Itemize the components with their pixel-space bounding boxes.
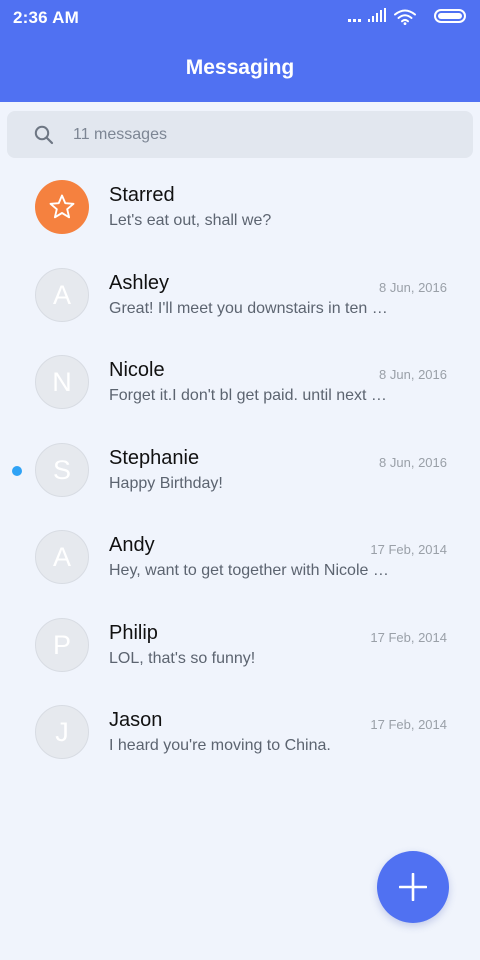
avatar: A <box>35 267 89 322</box>
search-bar[interactable]: 11 messages <box>7 111 473 158</box>
signal-dots-icon <box>348 9 362 25</box>
message-date: 17 Feb, 2014 <box>370 717 447 732</box>
contact-name: Stephanie <box>109 446 200 469</box>
avatar: J <box>35 705 89 759</box>
search-placeholder: 11 messages <box>73 126 167 143</box>
status-time: 2:36 AM <box>13 8 79 27</box>
search-icon <box>34 125 54 145</box>
conversation-row[interactable]: A Andy 17 Feb, 2014 Hey, want to get tog… <box>0 514 480 602</box>
conversation-row[interactable]: J Jason 17 Feb, 2014 I heard you're movi… <box>0 689 480 777</box>
avatar-starred <box>35 180 89 234</box>
conversation-list: Starred Let's eat out, shall we? A Ashle… <box>0 164 480 777</box>
contact-name: Andy <box>109 534 155 556</box>
contact-name: Ashley <box>109 271 170 294</box>
avatar: S <box>35 442 89 497</box>
conversation-row[interactable]: P Philip 17 Feb, 2014 LOL, that's so fun… <box>0 602 480 690</box>
signal-strength-icon <box>368 8 386 25</box>
new-message-button[interactable] <box>377 851 449 923</box>
message-preview: I heard you're moving to China. <box>109 737 331 754</box>
messaging-app: 2:36 AM Messaging 11 messages Starred Le… <box>0 0 480 960</box>
message-preview: Forget it.I don't bl get paid. until nex… <box>109 387 393 404</box>
avatar: N <box>35 355 89 409</box>
star-icon <box>49 194 75 219</box>
conversation-row-starred[interactable]: Starred Let's eat out, shall we? <box>0 164 480 252</box>
conversation-row[interactable]: S Stephanie 8 Jun, 2016 Happy Birthday! <box>0 427 480 515</box>
conversation-row[interactable]: N Nicole 8 Jun, 2016 Forget it.I don't b… <box>0 339 480 427</box>
status-bar: 2:36 AM <box>0 0 480 34</box>
contact-name: Starred <box>109 184 175 206</box>
message-date: 17 Feb, 2014 <box>370 629 447 645</box>
unread-indicator <box>12 465 22 476</box>
app-header: 2:36 AM Messaging <box>0 0 480 102</box>
battery-icon <box>434 9 466 23</box>
contact-name: Philip <box>109 621 158 644</box>
message-date: 8 Jun, 2016 <box>379 367 447 382</box>
avatar: P <box>35 617 89 672</box>
message-preview: Let's eat out, shall we? <box>109 212 272 229</box>
contact-name: Nicole <box>109 359 165 381</box>
plus-icon <box>399 873 427 901</box>
conversation-row[interactable]: A Ashley 8 Jun, 2016 Great! I'll meet yo… <box>0 252 480 340</box>
page-title: Messaging <box>185 56 295 79</box>
wifi-icon <box>394 9 416 25</box>
message-date: 8 Jun, 2016 <box>379 279 447 295</box>
message-preview: Great! I'll meet you downstairs in ten m… <box>109 299 393 317</box>
contact-name: Jason <box>109 709 163 731</box>
message-preview: Happy Birthday! <box>109 474 223 492</box>
message-preview: LOL, that's so funny! <box>109 649 256 667</box>
message-date: 17 Feb, 2014 <box>370 542 447 557</box>
avatar: A <box>35 530 89 584</box>
message-preview: Hey, want to get together with Nicole an… <box>109 562 393 579</box>
message-date: 8 Jun, 2016 <box>379 454 447 470</box>
